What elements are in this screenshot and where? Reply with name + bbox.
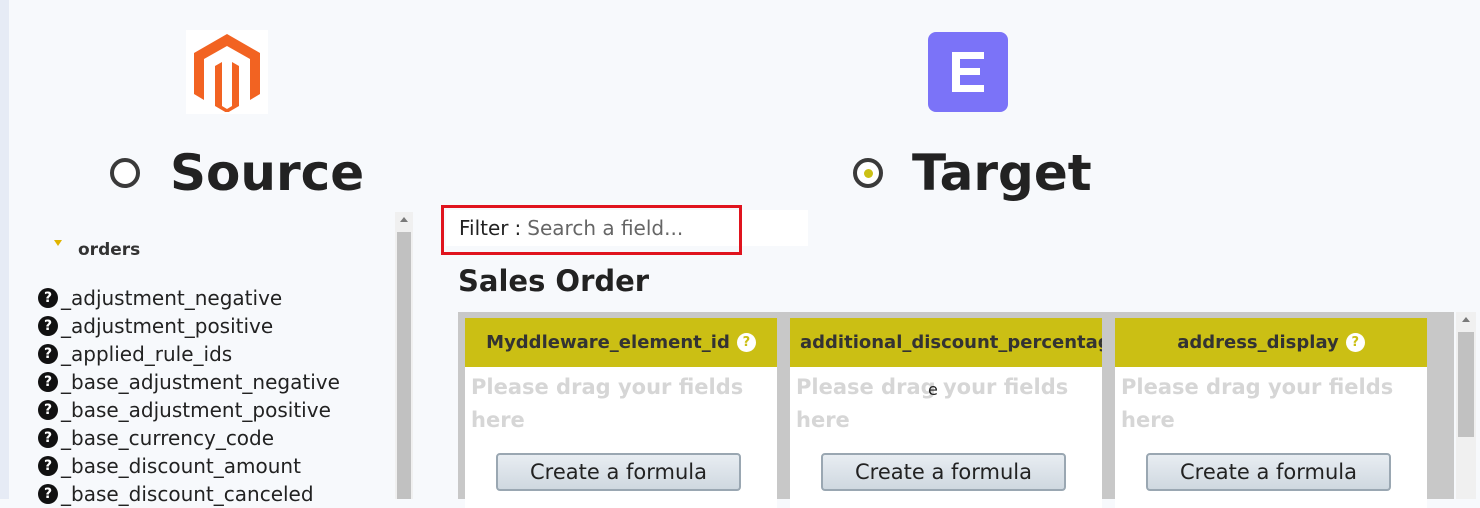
source-title: Source <box>170 144 365 202</box>
help-circle-icon[interactable]: ? <box>38 344 58 364</box>
source-field-item[interactable]: ? _base_discount_canceled <box>38 480 340 508</box>
source-field-label: _base_adjustment_negative <box>61 370 340 394</box>
help-circle-icon[interactable]: ? <box>38 456 58 476</box>
source-field-item[interactable]: ? _adjustment_negative <box>38 284 340 312</box>
target-field-name: Myddleware_element_id <box>486 332 730 353</box>
stray-text: e <box>928 380 938 399</box>
target-field-column: Myddleware_element_id ? Please drag your… <box>465 318 777 508</box>
drop-zone-hint[interactable]: Please drag your fields here <box>1115 367 1427 437</box>
create-formula-button[interactable]: Create a formula <box>821 453 1066 491</box>
magento-logo-icon <box>186 30 268 114</box>
target-title: Target <box>912 144 1092 202</box>
help-circle-icon[interactable]: ? <box>38 288 58 308</box>
help-circle-icon[interactable]: ? <box>38 372 58 392</box>
target-scrollbar[interactable] <box>1456 312 1476 499</box>
target-field-name: additional_discount_percentag <box>800 332 1102 353</box>
source-field-item[interactable]: ? _base_adjustment_negative <box>38 368 340 396</box>
filter-label: Filter <box>459 216 509 240</box>
source-field-item[interactable]: ? _base_adjustment_positive <box>38 396 340 424</box>
source-field-item[interactable]: ? _applied_rule_ids <box>38 340 340 368</box>
drop-zone-hint[interactable]: Please drag your fields here <box>465 367 777 437</box>
module-title: Sales Order <box>458 264 650 298</box>
help-circle-icon[interactable]: ? <box>38 428 58 448</box>
scroll-up-arrow-icon[interactable] <box>1462 317 1470 322</box>
source-field-label: _applied_rule_ids <box>61 342 233 366</box>
create-formula-button[interactable]: Create a formula <box>1146 453 1391 491</box>
target-field-header: additional_discount_percentag <box>790 318 1102 367</box>
target-fields-area: Myddleware_element_id ? Please drag your… <box>458 312 1454 508</box>
caret-down-icon[interactable] <box>54 240 62 246</box>
source-field-label: _adjustment_positive <box>61 314 274 338</box>
help-circle-icon[interactable]: ? <box>38 400 58 420</box>
filter-box: Filter : <box>446 210 808 246</box>
source-field-list: ? _adjustment_negative ? _adjustment_posit… <box>38 284 340 508</box>
target-radio[interactable] <box>853 158 883 188</box>
tree-root-orders[interactable]: orders <box>78 240 140 260</box>
drop-zone-hint[interactable]: Please drag your fields here <box>790 367 1102 437</box>
source-field-item[interactable]: ? _base_currency_code <box>38 424 340 452</box>
filter-search-input[interactable] <box>527 216 748 240</box>
source-scrollbar[interactable] <box>395 212 413 499</box>
create-formula-button[interactable]: Create a formula <box>496 453 741 491</box>
radio-selected-dot <box>864 169 873 178</box>
help-circle-icon[interactable]: ? <box>736 333 756 352</box>
help-circle-icon[interactable]: ? <box>1345 333 1365 352</box>
help-circle-icon[interactable]: ? <box>38 316 58 336</box>
target-field-column: additional_discount_percentag Please dra… <box>790 318 1102 508</box>
source-field-label: _base_discount_amount <box>61 454 301 478</box>
source-field-label: _base_currency_code <box>61 426 275 450</box>
target-field-name: address_display <box>1177 332 1339 353</box>
help-circle-icon[interactable]: ? <box>38 484 58 504</box>
target-app-logo-icon <box>928 32 1008 112</box>
scroll-up-arrow-icon[interactable] <box>400 217 408 222</box>
target-scrollbar-thumb[interactable] <box>1458 332 1474 437</box>
source-field-item[interactable]: ? _base_discount_amount <box>38 452 340 480</box>
source-field-label: _base_adjustment_positive <box>61 398 331 422</box>
source-field-label: _adjustment_negative <box>61 286 283 310</box>
target-field-column: address_display ? Please drag your field… <box>1115 318 1427 508</box>
source-field-label: _base_discount_canceled <box>61 482 314 506</box>
left-edge-strip <box>0 0 9 499</box>
source-radio[interactable] <box>110 158 140 188</box>
source-scrollbar-thumb[interactable] <box>397 232 411 499</box>
source-field-item[interactable]: ? _adjustment_positive <box>38 312 340 340</box>
target-field-header: Myddleware_element_id ? <box>465 318 777 367</box>
filter-separator: : <box>514 216 522 240</box>
target-field-header: address_display ? <box>1115 318 1427 367</box>
